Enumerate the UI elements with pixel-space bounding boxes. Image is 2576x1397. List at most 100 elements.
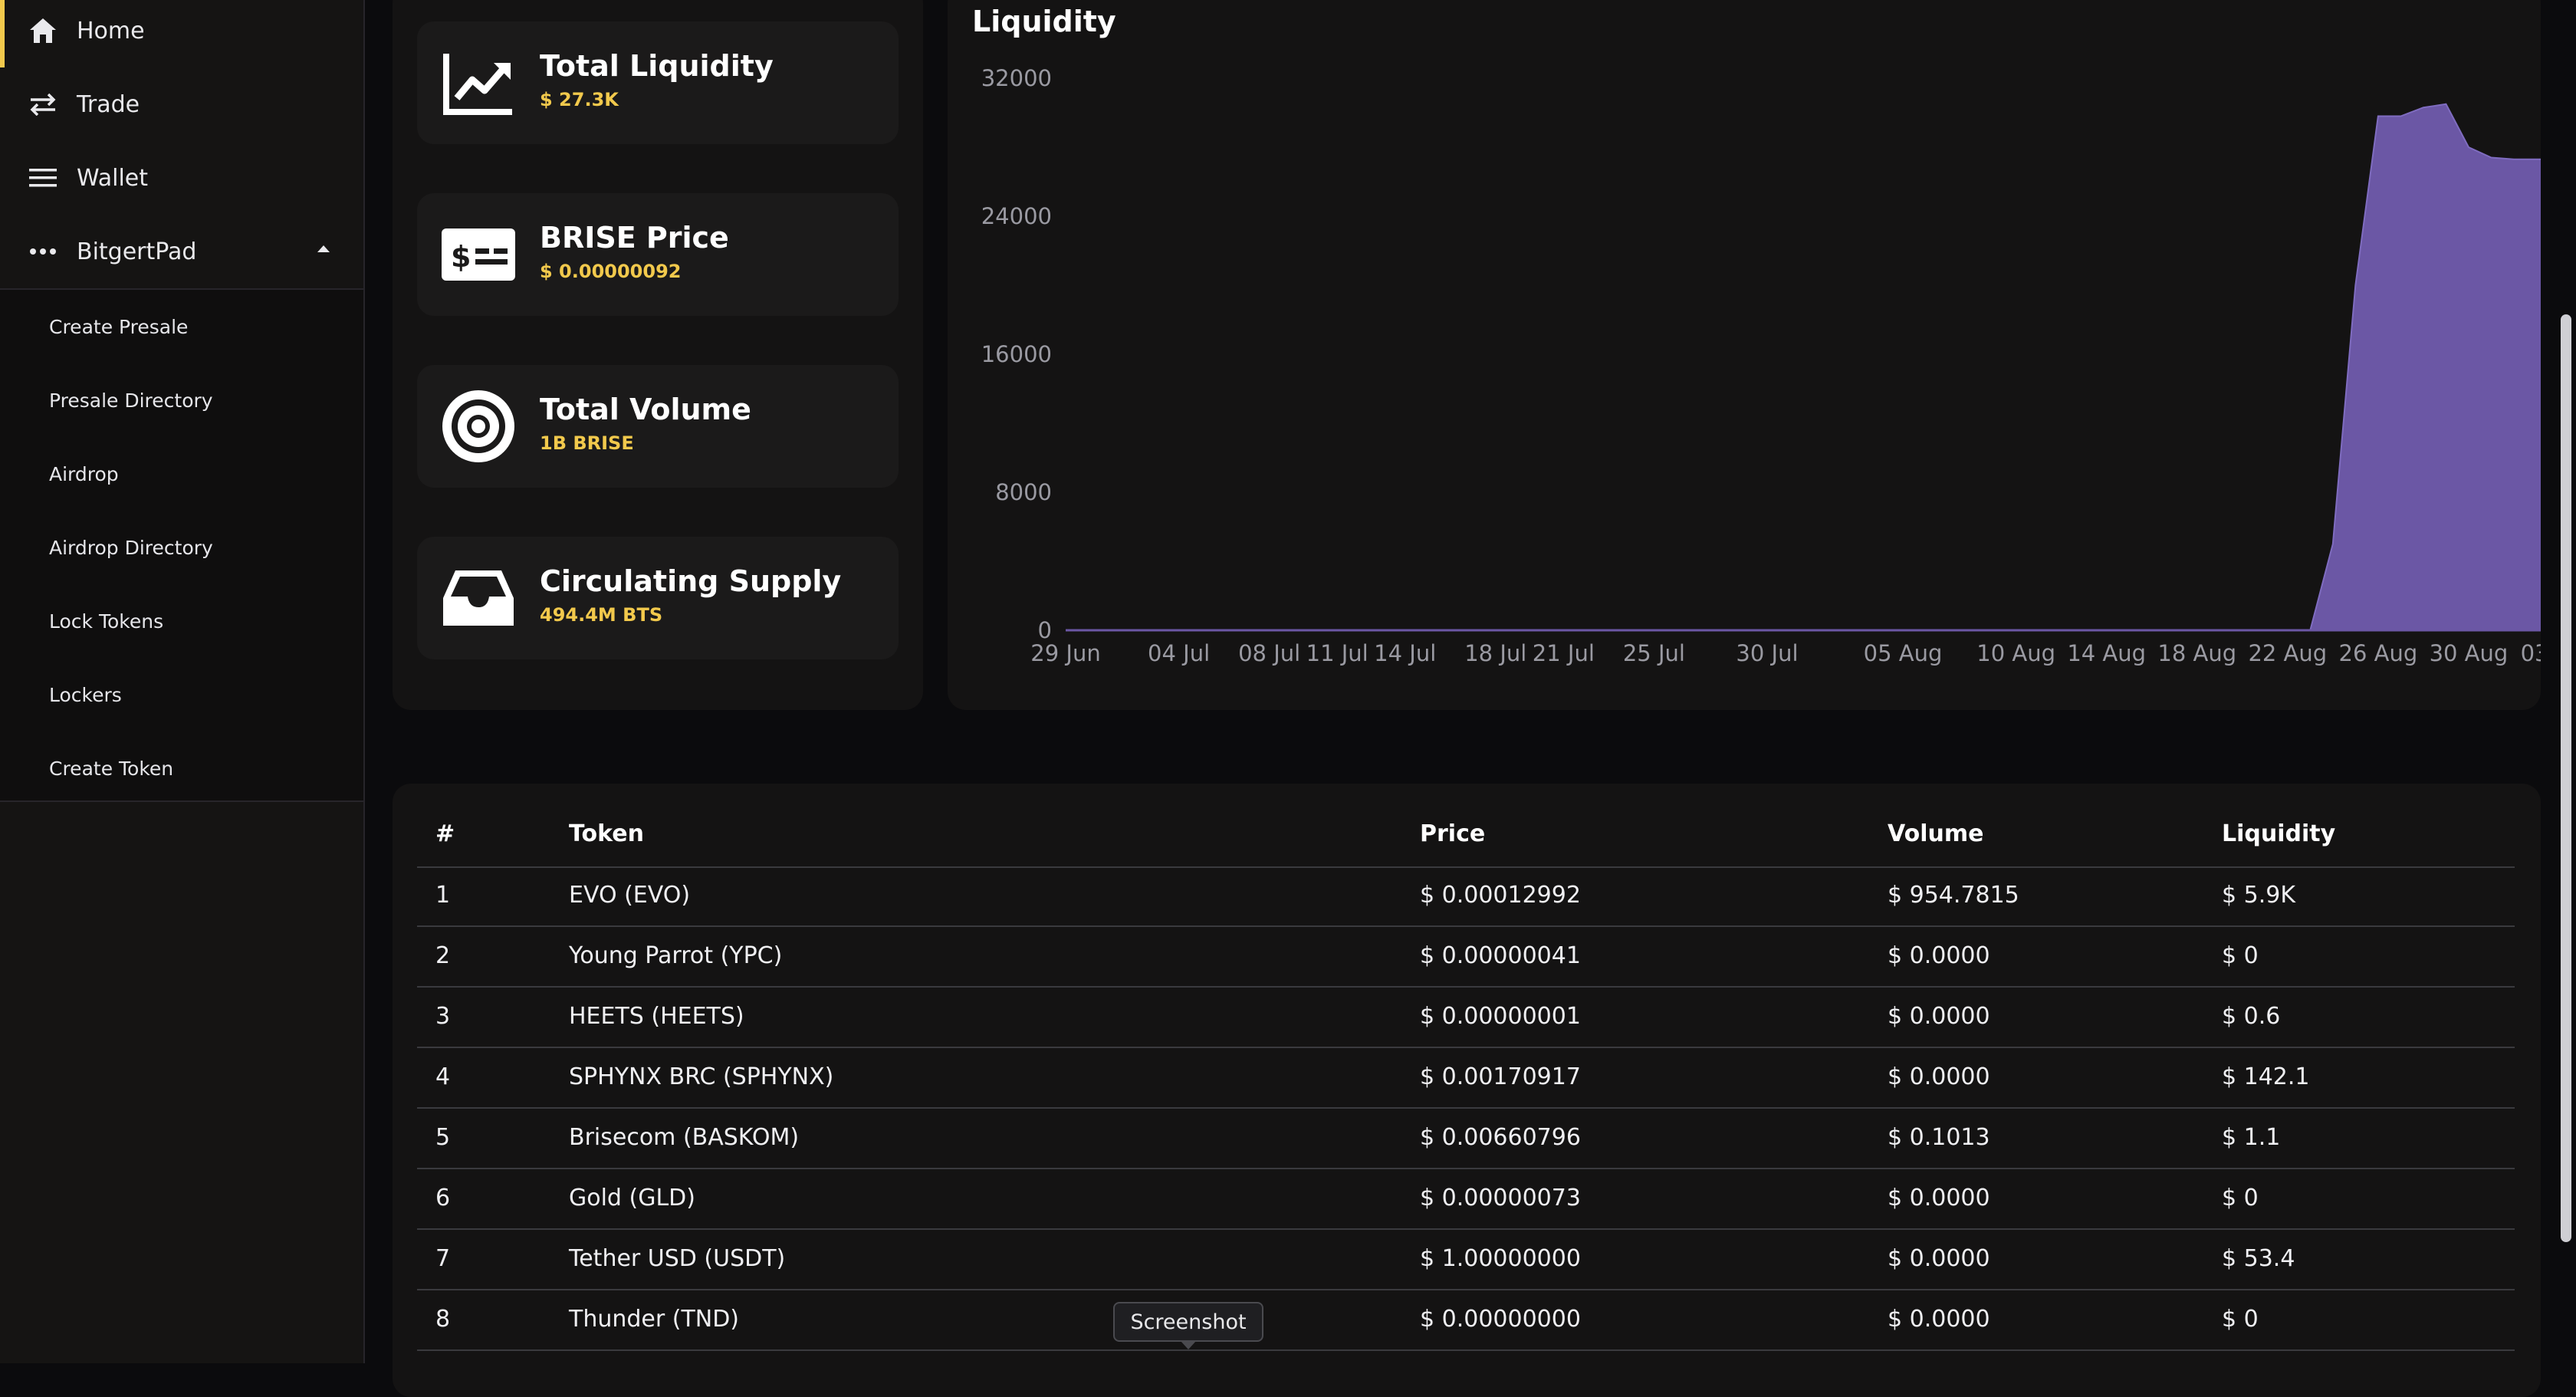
cell-token: Brisecom (BASKOM) (569, 1124, 800, 1151)
column-header-token[interactable]: Token (569, 820, 644, 847)
table-row[interactable]: 5 Brisecom (BASKOM) $ 0.00660796 $ 0.1013 $ … (417, 1109, 2515, 1169)
sidebar-item-label: BitgertPad (77, 238, 197, 265)
sidebar-item-trade[interactable]: Trade (0, 67, 363, 141)
cell-rank: 2 (435, 942, 451, 969)
cell-volume: $ 0.0000 (1888, 1063, 1990, 1090)
stat-value: 494.4M BTS (540, 604, 663, 626)
price-tag-icon: $ (440, 216, 517, 293)
x-tick-label: 14 Aug (2067, 640, 2146, 666)
cell-rank: 3 (435, 1003, 451, 1030)
table-row[interactable]: 6 Gold (GLD) $ 0.00000073 $ 0.0000 $ 0 (417, 1169, 2515, 1230)
y-tick-label: 0 (1038, 617, 1052, 643)
cell-rank: 5 (435, 1124, 451, 1151)
table-row[interactable]: 7 Tether USD (USDT) $ 1.00000000 $ 0.0000 $ … (417, 1230, 2515, 1290)
stat-title: Total Liquidity (540, 49, 774, 83)
submenu-item-lockers[interactable]: Lockers (49, 684, 122, 706)
cell-token: EVO (EVO) (569, 882, 691, 909)
swap-arrows-icon (28, 89, 58, 120)
cell-liquidity: $ 1.1 (2222, 1124, 2281, 1151)
sidebar: Home Trade Wallet BitgertPad Create Pres… (0, 0, 365, 1363)
x-tick-label: 21 Jul (1533, 640, 1595, 666)
sidebar-item-home[interactable]: Home (0, 0, 363, 67)
sidebar-item-bitgertpad[interactable]: BitgertPad (0, 215, 363, 288)
cell-token: HEETS (HEETS) (569, 1003, 744, 1030)
x-tick-label: 11 Jul (1306, 640, 1368, 666)
stat-title: Circulating Supply (540, 564, 842, 598)
target-icon (440, 388, 517, 465)
cell-volume: $ 0.0000 (1888, 942, 1990, 969)
cell-volume: $ 0.0000 (1888, 1003, 1990, 1030)
liquidity-area-series[interactable] (1066, 103, 2541, 631)
x-tick-label: 18 Aug (2157, 640, 2236, 666)
cell-rank: 6 (435, 1185, 451, 1211)
table-header: # Token Price Volume Liquidity (417, 807, 2515, 868)
y-tick-label: 8000 (995, 479, 1052, 505)
table-row[interactable]: 1 EVO (EVO) $ 0.00012992 $ 954.7815 $ 5.9K (417, 866, 2515, 927)
scrollbar[interactable] (2561, 314, 2571, 1242)
submenu-item-presale-directory[interactable]: Presale Directory (49, 390, 213, 412)
x-tick-label: 10 Aug (1976, 640, 2055, 666)
cell-price: $ 0.00000001 (1420, 1003, 1581, 1030)
cell-volume: $ 0.0000 (1888, 1306, 1990, 1333)
x-tick-label: 04 Jul (1148, 640, 1210, 666)
cell-rank: 7 (435, 1245, 451, 1272)
y-tick-label: 16000 (981, 341, 1052, 367)
x-tick-label: 18 Jul (1464, 640, 1526, 666)
cell-liquidity: $ 0 (2222, 942, 2259, 969)
cell-token: Tether USD (USDT) (569, 1245, 786, 1272)
table-row[interactable]: 2 Young Parrot (YPC) $ 0.00000041 $ 0.0000 $… (417, 927, 2515, 988)
cell-token: Young Parrot (YPC) (569, 942, 783, 969)
x-tick-label: 25 Jul (1623, 640, 1685, 666)
submenu-item-lock-tokens[interactable]: Lock Tokens (49, 610, 163, 633)
x-tick-label: 03 Sep (2521, 640, 2541, 666)
cell-token: SPHYNX BRC (SPHYNX) (569, 1063, 834, 1090)
chart-title: Liquidity (972, 5, 1116, 38)
cell-price: $ 0.00660796 (1420, 1124, 1581, 1151)
cell-token: Thunder (TND) (569, 1306, 740, 1333)
table-row[interactable]: 8 Thunder (TND) $ 0.00000000 $ 0.0000 $ 0 (417, 1290, 2515, 1351)
home-icon (28, 15, 58, 46)
stat-title: Total Volume (540, 393, 751, 426)
cell-price: $ 0.00000073 (1420, 1185, 1581, 1211)
cell-liquidity: $ 0 (2222, 1185, 2259, 1211)
stat-value: 1B BRISE (540, 432, 634, 454)
cell-rank: 8 (435, 1306, 451, 1333)
cell-volume: $ 954.7815 (1888, 882, 2019, 909)
submenu-item-airdrop-directory[interactable]: Airdrop Directory (49, 537, 213, 559)
cell-token: Gold (GLD) (569, 1185, 695, 1211)
column-header-price[interactable]: Price (1420, 820, 1485, 847)
cell-price: $ 0.00000000 (1420, 1306, 1581, 1333)
screenshot-tooltip: Screenshot (1113, 1302, 1263, 1349)
cell-price: $ 0.00000041 (1420, 942, 1581, 969)
cell-price: $ 1.00000000 (1420, 1245, 1581, 1272)
submenu-item-create-token[interactable]: Create Token (49, 758, 173, 780)
trending-chart-icon (440, 44, 517, 121)
cell-liquidity: $ 5.9K (2222, 882, 2296, 909)
submenu-item-create-presale[interactable]: Create Presale (49, 316, 188, 338)
sidebar-item-wallet[interactable]: Wallet (0, 141, 363, 215)
menu-lines-icon (28, 163, 58, 193)
submenu-item-airdrop[interactable]: Airdrop (49, 463, 119, 485)
column-header-liquidity[interactable]: Liquidity (2222, 820, 2335, 847)
sidebar-item-label: Home (77, 17, 145, 44)
cell-price: $ 0.00170917 (1420, 1063, 1581, 1090)
stat-value: $ 0.00000092 (540, 261, 682, 282)
cell-liquidity: $ 0 (2222, 1306, 2259, 1333)
column-header-rank[interactable]: # (435, 820, 455, 847)
column-header-volume[interactable]: Volume (1888, 820, 1983, 847)
x-tick-label: 30 Jul (1736, 640, 1798, 666)
cell-volume: $ 0.0000 (1888, 1245, 1990, 1272)
y-tick-label: 24000 (981, 203, 1052, 229)
table-row[interactable]: 3 HEETS (HEETS) $ 0.00000001 $ 0.0000 $ 0.6 (417, 988, 2515, 1048)
x-tick-label: 08 Jul (1238, 640, 1300, 666)
cell-volume: $ 0.0000 (1888, 1185, 1990, 1211)
stat-card-brise-price: $ BRISE Price $ 0.00000092 (417, 193, 899, 316)
chevron-up-icon (317, 245, 330, 252)
bitgertpad-submenu: Create Presale Presale Directory Airdrop… (0, 288, 363, 802)
table-row[interactable]: 4 SPHYNX BRC (SPHYNX) $ 0.00170917 $ 0.0000… (417, 1048, 2515, 1109)
inbox-tray-icon (440, 560, 517, 636)
x-tick-label: 05 Aug (1864, 640, 1943, 666)
x-tick-label: 14 Jul (1374, 640, 1436, 666)
cell-volume: $ 0.1013 (1888, 1124, 1990, 1151)
sidebar-item-label: Trade (77, 90, 140, 118)
